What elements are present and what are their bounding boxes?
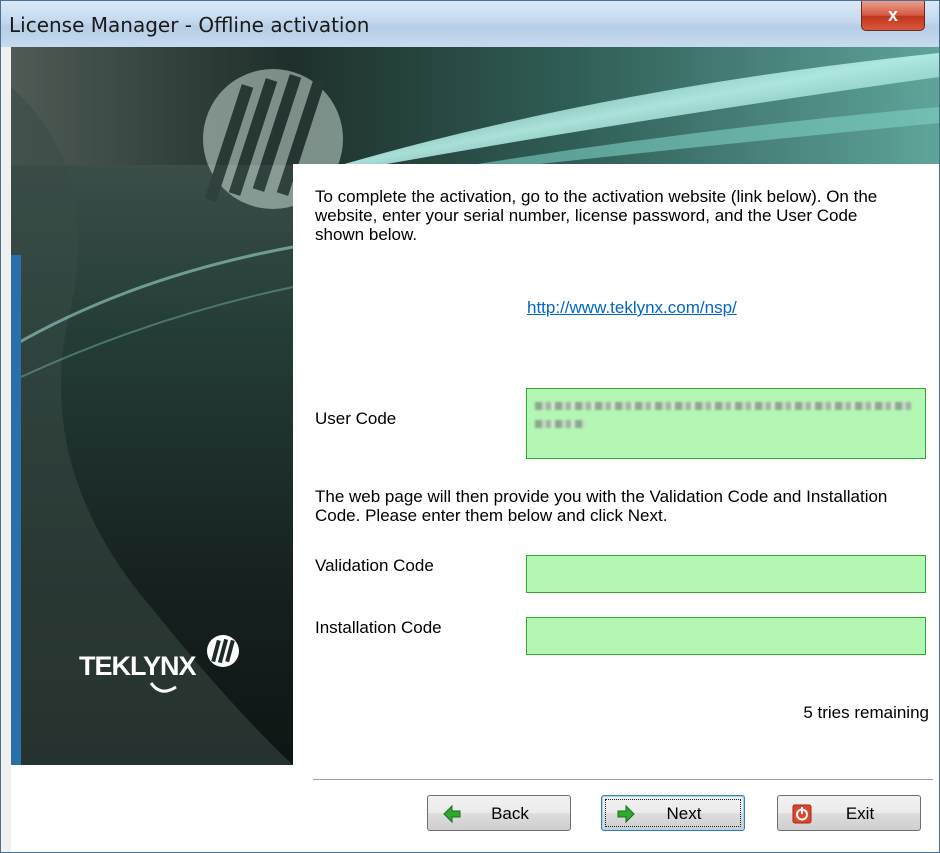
teklynx-logo-mark bbox=[207, 635, 239, 667]
exit-button-label: Exit bbox=[845, 804, 875, 823]
close-icon: x bbox=[887, 5, 898, 25]
window-title: License Manager - Offline activation bbox=[9, 13, 370, 37]
back-button[interactable]: Back bbox=[427, 795, 571, 831]
validation-code-input[interactable] bbox=[526, 555, 926, 593]
activation-panel: To complete the activation, go to the ac… bbox=[293, 164, 939, 765]
user-code-label: User Code bbox=[315, 409, 397, 428]
validation-code-label: Validation Code bbox=[315, 556, 434, 575]
license-manager-window: License Manager - Offline activation x T… bbox=[0, 0, 940, 853]
wizard-content: TEKLYNX To complete the activation, go t… bbox=[11, 47, 939, 765]
instructions-2-line-1: The web page will then provide you with … bbox=[315, 487, 888, 506]
instructions-line-2: website, enter your serial number, licen… bbox=[315, 206, 858, 225]
installation-code-input[interactable] bbox=[526, 617, 926, 655]
exit-button[interactable]: Exit bbox=[777, 795, 921, 831]
user-code-field[interactable] bbox=[526, 388, 926, 459]
user-code-obscured-line-2 bbox=[535, 420, 585, 428]
button-bar: Back Next Exit bbox=[11, 765, 939, 852]
teklynx-logo-text: TEKLYNX bbox=[79, 651, 197, 681]
separator bbox=[313, 779, 933, 781]
activation-website-link[interactable]: http://www.teklynx.com/nsp/ bbox=[527, 298, 737, 318]
next-button[interactable]: Next bbox=[601, 795, 745, 831]
next-button-label: Next bbox=[666, 804, 702, 823]
title-bar: License Manager - Offline activation x bbox=[1, 1, 939, 47]
back-button-label: Back bbox=[491, 804, 529, 823]
instructions-line-3: shown below. bbox=[315, 225, 418, 244]
close-button[interactable]: x bbox=[861, 1, 925, 31]
installation-code-label: Installation Code bbox=[315, 618, 442, 637]
user-code-obscured-line-1 bbox=[535, 402, 911, 410]
tries-remaining-status: 5 tries remaining bbox=[803, 703, 929, 722]
instructions-line-1: To complete the activation, go to the ac… bbox=[315, 187, 878, 206]
instructions-2-line-2: Code. Please enter them below and click … bbox=[315, 506, 668, 525]
